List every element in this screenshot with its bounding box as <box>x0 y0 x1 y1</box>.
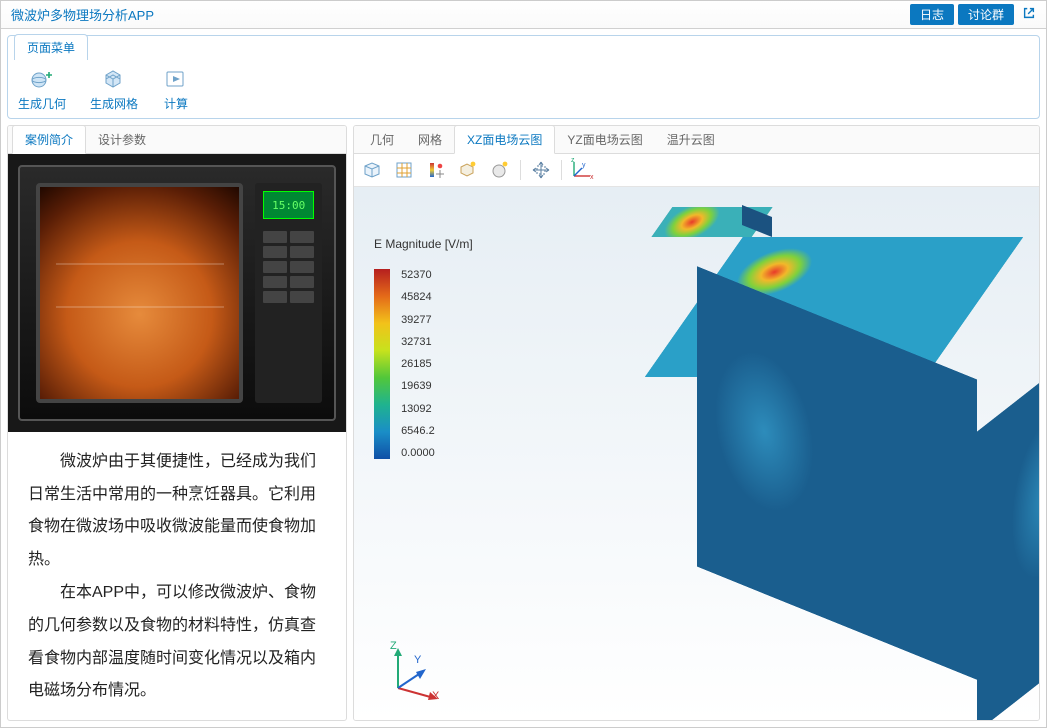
right-tabbar: 几何 网格 XZ面电场云图 YZ面电场云图 温升云图 <box>354 126 1039 154</box>
toolbar-separator-2 <box>561 160 562 180</box>
legend-tick: 39277 <box>401 314 435 326</box>
view-cube-icon[interactable] <box>360 158 384 182</box>
view-toolbar: z xy <box>354 154 1039 187</box>
play-icon <box>162 67 190 91</box>
legend-config-icon[interactable] <box>424 158 448 182</box>
tab-mesh[interactable]: 网格 <box>406 126 454 153</box>
color-legend: E Magnitude [V/m] 52370 45824 39277 3273… <box>374 237 473 459</box>
external-link-icon[interactable] <box>1018 4 1040 25</box>
legend-tick: 26185 <box>401 358 435 370</box>
right-pane: 几何 网格 XZ面电场云图 YZ面电场云图 温升云图 <box>353 125 1040 721</box>
ribbon-body: 生成几何 生成网格 计算 <box>8 61 1039 118</box>
ribbon-tab-main[interactable]: 页面菜单 <box>14 34 88 60</box>
generate-mesh-button[interactable]: 生成网格 <box>90 67 138 112</box>
axis-z-label: Z <box>390 640 397 652</box>
intro-paragraph-2: 在本APP中，可以修改微波炉、食物的几何参数以及食物的材料特性，仿真查看食物内部… <box>28 577 330 708</box>
generate-geometry-button[interactable]: 生成几何 <box>18 67 66 112</box>
legend-colorbar <box>374 269 390 459</box>
cube-wire-icon <box>100 67 128 91</box>
svg-text:y: y <box>582 162 586 169</box>
legend-ticks: 52370 45824 39277 32731 26185 19639 1309… <box>401 269 435 459</box>
cavity-side-face <box>977 322 1040 721</box>
log-button[interactable]: 日志 <box>910 4 954 25</box>
axis-x-label: X <box>432 690 439 702</box>
legend-tick: 0.0000 <box>401 447 435 459</box>
grid-icon[interactable] <box>392 158 416 182</box>
legend-title: E Magnitude [V/m] <box>374 237 473 251</box>
microwave-oven-graphic: 15:00 <box>18 165 336 421</box>
axis-y-label: Y <box>414 654 421 666</box>
ribbon: 页面菜单 生成几何 生成网格 计算 <box>7 35 1040 119</box>
orientation-axes-icon[interactable]: z xy <box>570 158 594 182</box>
legend-tick: 13092 <box>401 403 435 415</box>
legend-tick: 32731 <box>401 336 435 348</box>
compute-button[interactable]: 计算 <box>162 67 190 112</box>
lighting-sphere-icon[interactable] <box>488 158 512 182</box>
intro-text: 微波炉由于其便捷性，已经成为我们日常生活中常用的一种烹饪器具。它利用食物在微波场… <box>8 432 346 720</box>
generate-geometry-label: 生成几何 <box>18 95 66 112</box>
3d-viewport[interactable]: E Magnitude [V/m] 52370 45824 39277 3273… <box>354 187 1039 720</box>
tab-geometry[interactable]: 几何 <box>358 126 406 153</box>
sphere-plus-icon <box>28 67 56 91</box>
intro-paragraph-1: 微波炉由于其便捷性，已经成为我们日常生活中常用的一种烹饪器具。它利用食物在微波场… <box>28 446 330 577</box>
left-pane: 案例简介 设计参数 15:00 微波炉由于其便捷性，已经成为我们日常生活中常用的… <box>7 125 347 721</box>
oven-window <box>36 183 243 403</box>
main-split: 案例简介 设计参数 15:00 微波炉由于其便捷性，已经成为我们日常生活中常用的… <box>7 125 1040 721</box>
svg-text:z: z <box>571 158 575 164</box>
axes-triad: Z Y X <box>384 642 444 702</box>
oven-display: 15:00 <box>263 191 313 219</box>
left-tabbar: 案例简介 设计参数 <box>8 126 346 154</box>
oven-buttons <box>263 231 313 399</box>
intro-image: 15:00 <box>8 154 346 432</box>
tab-intro[interactable]: 案例简介 <box>12 125 86 154</box>
tab-xz-field[interactable]: XZ面电场云图 <box>454 125 555 154</box>
discuss-button[interactable]: 讨论群 <box>958 4 1014 25</box>
compute-label: 计算 <box>164 95 188 112</box>
legend-tick: 52370 <box>401 269 435 281</box>
tab-params[interactable]: 设计参数 <box>86 126 158 153</box>
app-title: 微波炉多物理场分析APP <box>7 5 154 24</box>
tab-yz-field[interactable]: YZ面电场云图 <box>555 126 654 153</box>
legend-tick: 19639 <box>401 380 435 392</box>
header-actions: 日志 讨论群 <box>910 4 1040 25</box>
legend-tick: 6546.2 <box>401 425 435 437</box>
lighting-box-icon[interactable] <box>456 158 480 182</box>
move-icon[interactable] <box>529 158 553 182</box>
toolbar-separator <box>520 160 521 180</box>
tab-temperature[interactable]: 温升云图 <box>655 126 727 153</box>
app-window: 微波炉多物理场分析APP 日志 讨论群 页面菜单 生成几何 生成网格 <box>0 0 1047 728</box>
legend-tick: 45824 <box>401 291 435 303</box>
generate-mesh-label: 生成网格 <box>90 95 138 112</box>
svg-text:x: x <box>590 174 594 181</box>
oven-panel: 15:00 <box>255 183 321 403</box>
app-header: 微波炉多物理场分析APP 日志 讨论群 <box>1 1 1046 29</box>
